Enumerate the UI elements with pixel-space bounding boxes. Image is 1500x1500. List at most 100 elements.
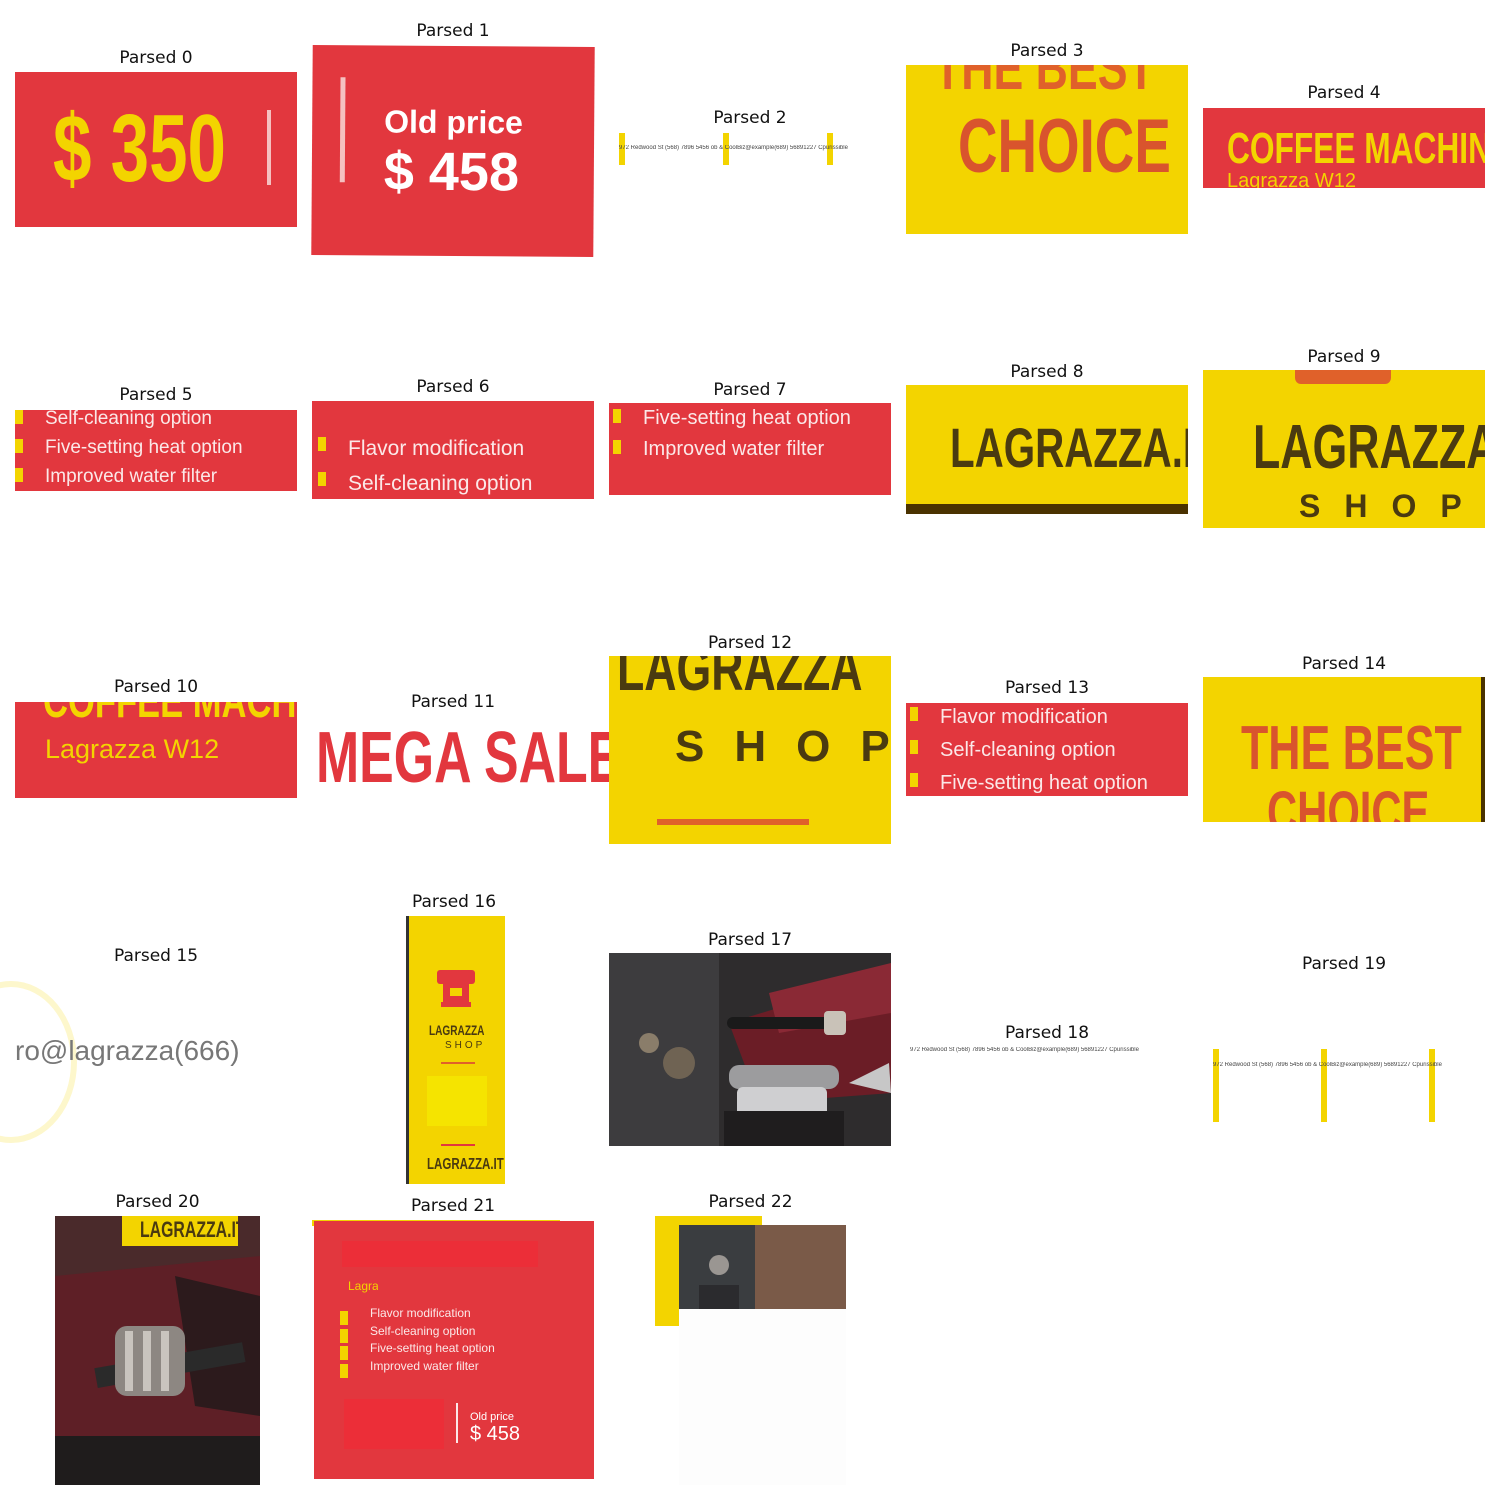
vertical-banner: LAGRAZZA SHOP LAGRAZZA.IT [406,916,505,1184]
caption: Parsed 20 [115,1192,200,1212]
feature-list: Self-cleaning option Five-setting heat o… [15,410,243,491]
feature-item: Self-cleaning option [15,410,243,433]
tile-parsed-13: Parsed 13 Flavor modification Self-clean… [906,675,1188,800]
product-text: COFFEE MACHINES [43,702,297,729]
tile-parsed-2: Parsed 2 972 Redwood St (568) 7896 5456 … [609,105,891,175]
caption: Parsed 11 [410,692,496,712]
tile-parsed-11: Parsed 11 MEGA SALES [312,689,657,798]
tile-parsed-15: Parsed 15 ro@lagrazza(666) [0,943,297,1143]
best-choice-panel: THE BEST CHOICE [906,65,1188,234]
dark-edge [1481,677,1485,822]
features-panel: Flavor modification Self-cleaning option [312,401,594,499]
feature-list: Flavor modification Self-cleaning option [317,431,532,499]
features-panel: Flavor modification Self-cleaning option… [906,703,1188,796]
tile-parsed-1: Parsed 1 Old price $ 458 [311,18,595,258]
feature-item: Flavor modification [340,1305,495,1325]
accent-line [657,819,809,825]
feature-item: Self-cleaning option [317,466,532,499]
brand-site-text: LAGRAZZA.IT [140,1217,238,1242]
tile-parsed-8: Parsed 8 LAGRAZZA.IT [906,359,1188,519]
tile-parsed-21: Parsed 21 Lagrazza W12 Flavor modificati… [312,1193,594,1483]
caption: Parsed 14 [1301,654,1387,674]
faded-area [679,1309,846,1485]
caption: Parsed 9 [1307,347,1381,367]
caption: Parsed 3 [1010,41,1084,61]
tile-parsed-6: Parsed 6 Flavor modification Self-cleani… [312,374,594,504]
old-price-value: $ 458 [470,1423,521,1445]
old-price-label: Old price [384,103,524,141]
features-panel: Five-setting heat option Improved water … [609,403,891,495]
feature-item: Self-cleaning option [910,734,1148,767]
tile-parsed-16: Parsed 16 LAGRAZZA SHOP LAGRAZZA.IT [406,889,505,1189]
feature-item: Five-setting heat option [15,433,243,462]
coffee-machine-icon [435,966,477,1008]
caption: Parsed 2 [713,108,787,128]
blurred-price-block [344,1399,444,1449]
caption: Parsed 1 [416,21,490,41]
marker-bar [1429,1049,1435,1122]
model-text: Lagrazza W12 [45,734,220,764]
caption: Parsed 17 [707,930,793,950]
feature-item: Self-cleaning option [340,1323,495,1342]
tile-parsed-19: Parsed 19 972 Redwood St (568) 7896 5456… [1203,951,1485,1126]
brand-text: LAGRAZZA [1253,413,1485,482]
caption: Parsed 12 [707,633,793,653]
feature-item: Five-setting heat option [613,403,851,434]
brand-text: LAGRAZZA [617,656,863,704]
tile-parsed-18: Parsed 18 972 Redwood St (568) 7896 5456… [906,1020,1188,1065]
tile-parsed-22: Parsed 22 [655,1189,846,1489]
tile-parsed-10: Parsed 10 COFFEE MACHINES Lagrazza W12 [15,674,297,804]
feature-item: Flavor modification [317,431,532,466]
old-price-panel: Old price $ 458 [311,45,595,257]
accent-line [441,1062,475,1064]
old-price-value: $ 458 [383,141,520,203]
features-panel: Self-cleaning option Five-setting heat o… [15,410,297,491]
brand-site-text: LAGRAZZA.IT [427,1156,504,1173]
tile-parsed-9: Parsed 9 LAGRAZZA SHOP [1203,344,1485,534]
tile-parsed-4: Parsed 4 COFFEE MACHINES Lagrazza W12 [1203,80,1485,195]
tile-parsed-5: Parsed 5 Self-cleaning option Five-setti… [15,382,297,497]
tile-parsed-14: Parsed 14 THE BEST CHOICE [1203,651,1485,826]
brand-site-panel: LAGRAZZA.IT [906,385,1188,514]
caption: Parsed 0 [119,48,193,68]
caption: Parsed 15 [113,946,199,966]
contact-fragment: ro@lagrazza(666) [15,1035,240,1066]
caption: Parsed 5 [119,385,193,405]
tile-parsed-20: Parsed 20 LAGRAZZA.IT [55,1189,260,1489]
price-panel: $ 350 [15,72,297,227]
tile-parsed-7: Parsed 7 Five-setting heat option Improv… [609,377,891,502]
sale-text: MEGA SALES [316,718,657,798]
flyer-panel: Lagrazza W12 Flavor modification Self-cl… [314,1221,594,1479]
marker-bar [1321,1049,1327,1122]
brand-panel: LAGRAZZA SHOP [609,656,891,844]
caption: Parsed 18 [1004,1023,1090,1043]
headline-text-2: CHOICE [958,104,1171,189]
tile-parsed-12: Parsed 12 LAGRAZZA SHOP [609,630,891,850]
box-placeholder [427,1076,487,1126]
caption: Parsed 22 [708,1192,793,1212]
caption: Parsed 8 [1010,362,1084,382]
headline-text: THE BEST [1241,714,1462,783]
feature-list: Flavor modification Self-cleaning option… [910,703,1148,796]
caption: Parsed 21 [410,1196,496,1216]
caption: Parsed 10 [113,677,199,697]
price-text: $ 350 [53,95,226,202]
caption: Parsed 6 [416,377,490,397]
headline-text: THE BEST [934,65,1155,103]
contact-address: 972 Redwood St (568) 7896 5456 ob & Cool… [1213,1062,1442,1068]
model-text: Lagrazza W12 [348,1279,378,1293]
espresso-photo [609,953,891,1146]
blurred-title-block [342,1241,538,1267]
feature-list: Five-setting heat option Improved water … [613,403,851,465]
caption: Parsed 4 [1307,83,1381,103]
feature-item: Flavor modification [910,703,1148,734]
feature-item: Improved water filter [15,462,243,491]
tile-parsed-17: Parsed 17 [609,927,891,1149]
product-panel: COFFEE MACHINES Lagrazza W12 [1203,108,1485,188]
brand-panel: LAGRAZZA SHOP [1203,370,1485,528]
brand-site-text: LAGRAZZA.IT [950,416,1188,479]
product-text: COFFEE MACHINES [1227,124,1485,173]
brand-tag: LAGRAZZA.IT [122,1216,238,1246]
brand-text: LAGRAZZA [429,1022,485,1038]
product-panel: COFFEE MACHINES Lagrazza W12 [15,702,297,798]
